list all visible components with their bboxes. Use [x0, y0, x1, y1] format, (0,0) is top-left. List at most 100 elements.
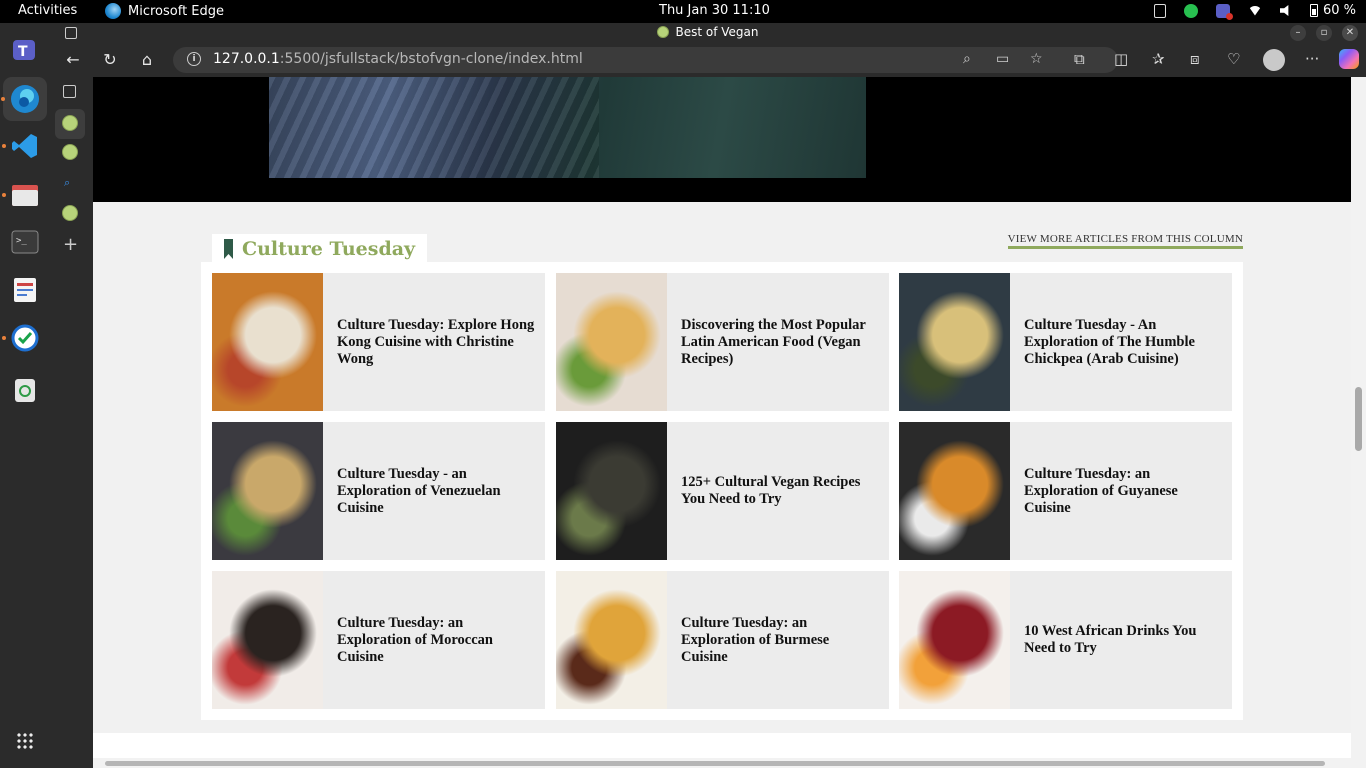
article-card[interactable]: Culture Tuesday - An Exploration of The …: [899, 273, 1232, 411]
svg-text:T: T: [18, 44, 28, 60]
article-card[interactable]: Culture Tuesday: an Exploration of Moroc…: [212, 571, 545, 709]
app-name: Microsoft Edge: [128, 3, 225, 19]
culture-tuesday-section: Culture Tuesday VIEW MORE ARTICLES FROM …: [93, 202, 1351, 758]
article-title[interactable]: Culture Tuesday: an Exploration of Guyan…: [1024, 422, 1222, 560]
article-title[interactable]: 125+ Cultural Vegan Recipes You Need to …: [681, 422, 879, 560]
edge-window: Best of Vegan – ▫ ✕ ← ↻ ⌂ i 127.0.0.1:55…: [50, 23, 1366, 768]
article-card[interactable]: 10 West African Drinks You Need to Try: [899, 571, 1232, 709]
checkmark-app-icon: [11, 324, 39, 352]
back-button[interactable]: ←: [63, 50, 83, 70]
window-title: Best of Vegan: [50, 25, 1366, 39]
home-button[interactable]: ⌂: [137, 50, 157, 70]
browser-essentials-icon[interactable]: ♡: [1227, 50, 1240, 68]
vertical-tabs-panel: ⌕ +: [50, 77, 93, 768]
article-title[interactable]: Culture Tuesday: an Exploration of Moroc…: [337, 571, 535, 709]
battery-icon: [1309, 4, 1318, 17]
refresh-button[interactable]: ↻: [100, 50, 120, 70]
new-tab-plus-icon[interactable]: +: [63, 234, 78, 255]
dock: T >_: [0, 23, 50, 768]
collections-icon[interactable]: ⧈: [1190, 50, 1200, 68]
article-title[interactable]: Culture Tuesday: Explore Hong Kong Cuisi…: [337, 273, 535, 411]
article-card[interactable]: Culture Tuesday: Explore Hong Kong Cuisi…: [212, 273, 545, 411]
article-thumbnail[interactable]: [556, 571, 667, 709]
article-title[interactable]: Culture Tuesday - An Exploration of The …: [1024, 273, 1222, 411]
article-thumbnail[interactable]: [556, 273, 667, 411]
teams-tray-icon[interactable]: [1215, 3, 1233, 20]
document-viewer-launcher[interactable]: [8, 273, 42, 307]
extensions-icon[interactable]: ⧉: [1074, 50, 1085, 68]
view-more-articles-link[interactable]: VIEW MORE ARTICLES FROM THIS COLUMN: [1007, 233, 1243, 249]
vertical-scrollbar[interactable]: [1351, 77, 1366, 758]
article-card[interactable]: 125+ Cultural Vegan Recipes You Need to …: [556, 422, 889, 560]
clipboard-icon[interactable]: [1153, 3, 1166, 18]
vertical-tab-best-of-vegan[interactable]: [62, 115, 78, 131]
app-menu[interactable]: Microsoft Edge: [105, 3, 224, 19]
vertical-tab[interactable]: [62, 144, 78, 160]
battery-percent: 60 %: [1322, 3, 1356, 18]
battery-indicator[interactable]: 60 %: [1309, 3, 1356, 18]
article-card[interactable]: Culture Tuesday: an Exploration of Burme…: [556, 571, 889, 709]
article-card[interactable]: Discovering the Most Popular Latin Ameri…: [556, 273, 889, 411]
address-bar[interactable]: i 127.0.0.1:5500/jsfullstack/bstofvgn-cl…: [173, 47, 1118, 73]
running-indicator: [2, 144, 6, 148]
tab-center-icon[interactable]: [63, 85, 76, 98]
maximize-button[interactable]: ▫: [1316, 25, 1332, 41]
files-launcher[interactable]: [2, 178, 42, 212]
article-thumbnail[interactable]: [212, 571, 323, 709]
volume-icon[interactable]: [1279, 5, 1289, 16]
terminal-launcher[interactable]: >_: [8, 225, 42, 259]
files-icon: [12, 185, 38, 206]
url-text[interactable]: 127.0.0.1:5500/jsfullstack/bstofvgn-clon…: [213, 51, 583, 67]
minimize-button[interactable]: –: [1290, 25, 1306, 41]
next-section-edge: [93, 733, 1351, 758]
article-title[interactable]: Culture Tuesday - an Exploration of Vene…: [337, 422, 535, 560]
article-title[interactable]: 10 West African Drinks You Need to Try: [1024, 571, 1222, 709]
article-thumbnail[interactable]: [556, 422, 667, 560]
teams-launcher[interactable]: T: [8, 33, 42, 67]
article-thumbnail[interactable]: [899, 571, 1010, 709]
scrollbar-thumb[interactable]: [1355, 387, 1362, 451]
sync-status-icon[interactable]: [1183, 3, 1198, 18]
scrollbar-thumb[interactable]: [105, 761, 1325, 766]
split-screen-icon[interactable]: ◫: [1114, 50, 1128, 68]
close-button[interactable]: ✕: [1342, 25, 1358, 41]
article-thumbnail[interactable]: [899, 422, 1010, 560]
article-thumbnail[interactable]: [899, 273, 1010, 411]
clock[interactable]: Thu Jan 30 11:10: [659, 3, 770, 18]
system-tray[interactable]: 60 %: [1153, 3, 1356, 20]
article-thumbnail[interactable]: [212, 273, 323, 411]
svg-text:>_: >_: [16, 236, 27, 246]
edge-icon: [11, 85, 39, 113]
hero-banner: [93, 77, 1351, 202]
article-card[interactable]: Culture Tuesday - an Exploration of Vene…: [212, 422, 545, 560]
more-options-icon[interactable]: ···: [1305, 50, 1319, 68]
copilot-icon[interactable]: [1339, 49, 1359, 69]
read-aloud-icon[interactable]: ▭: [996, 51, 1009, 67]
document-viewer-icon: [14, 278, 36, 302]
vertical-tab[interactable]: [62, 205, 78, 221]
article-thumbnail[interactable]: [212, 422, 323, 560]
section-header-tab: Culture Tuesday: [212, 234, 428, 264]
search-tab-icon[interactable]: ⌕: [64, 176, 70, 190]
trash-launcher[interactable]: [8, 373, 42, 407]
bookmark-icon: [224, 239, 233, 259]
article-title[interactable]: Culture Tuesday: an Exploration of Burme…: [681, 571, 879, 709]
horizontal-scrollbar[interactable]: [93, 758, 1366, 768]
article-title[interactable]: Discovering the Most Popular Latin Ameri…: [681, 273, 879, 411]
favorite-star-icon[interactable]: ☆: [1030, 51, 1043, 67]
activities-button[interactable]: Activities: [18, 3, 77, 18]
checker-launcher[interactable]: [2, 321, 42, 355]
wifi-icon[interactable]: [1247, 5, 1262, 16]
edge-launcher[interactable]: [1, 77, 47, 121]
tab-title: Best of Vegan: [675, 25, 759, 39]
zoom-icon[interactable]: ⌕: [963, 51, 971, 67]
section-title[interactable]: Culture Tuesday: [242, 238, 415, 260]
favorites-icon[interactable]: ✰: [1152, 50, 1165, 68]
site-info-icon[interactable]: i: [187, 52, 201, 66]
vscode-icon: [12, 134, 37, 158]
vscode-launcher[interactable]: [2, 129, 42, 163]
running-indicator: [1, 97, 5, 101]
show-applications-icon[interactable]: [16, 732, 34, 750]
article-card[interactable]: Culture Tuesday: an Exploration of Guyan…: [899, 422, 1232, 560]
profile-avatar[interactable]: [1263, 49, 1285, 71]
